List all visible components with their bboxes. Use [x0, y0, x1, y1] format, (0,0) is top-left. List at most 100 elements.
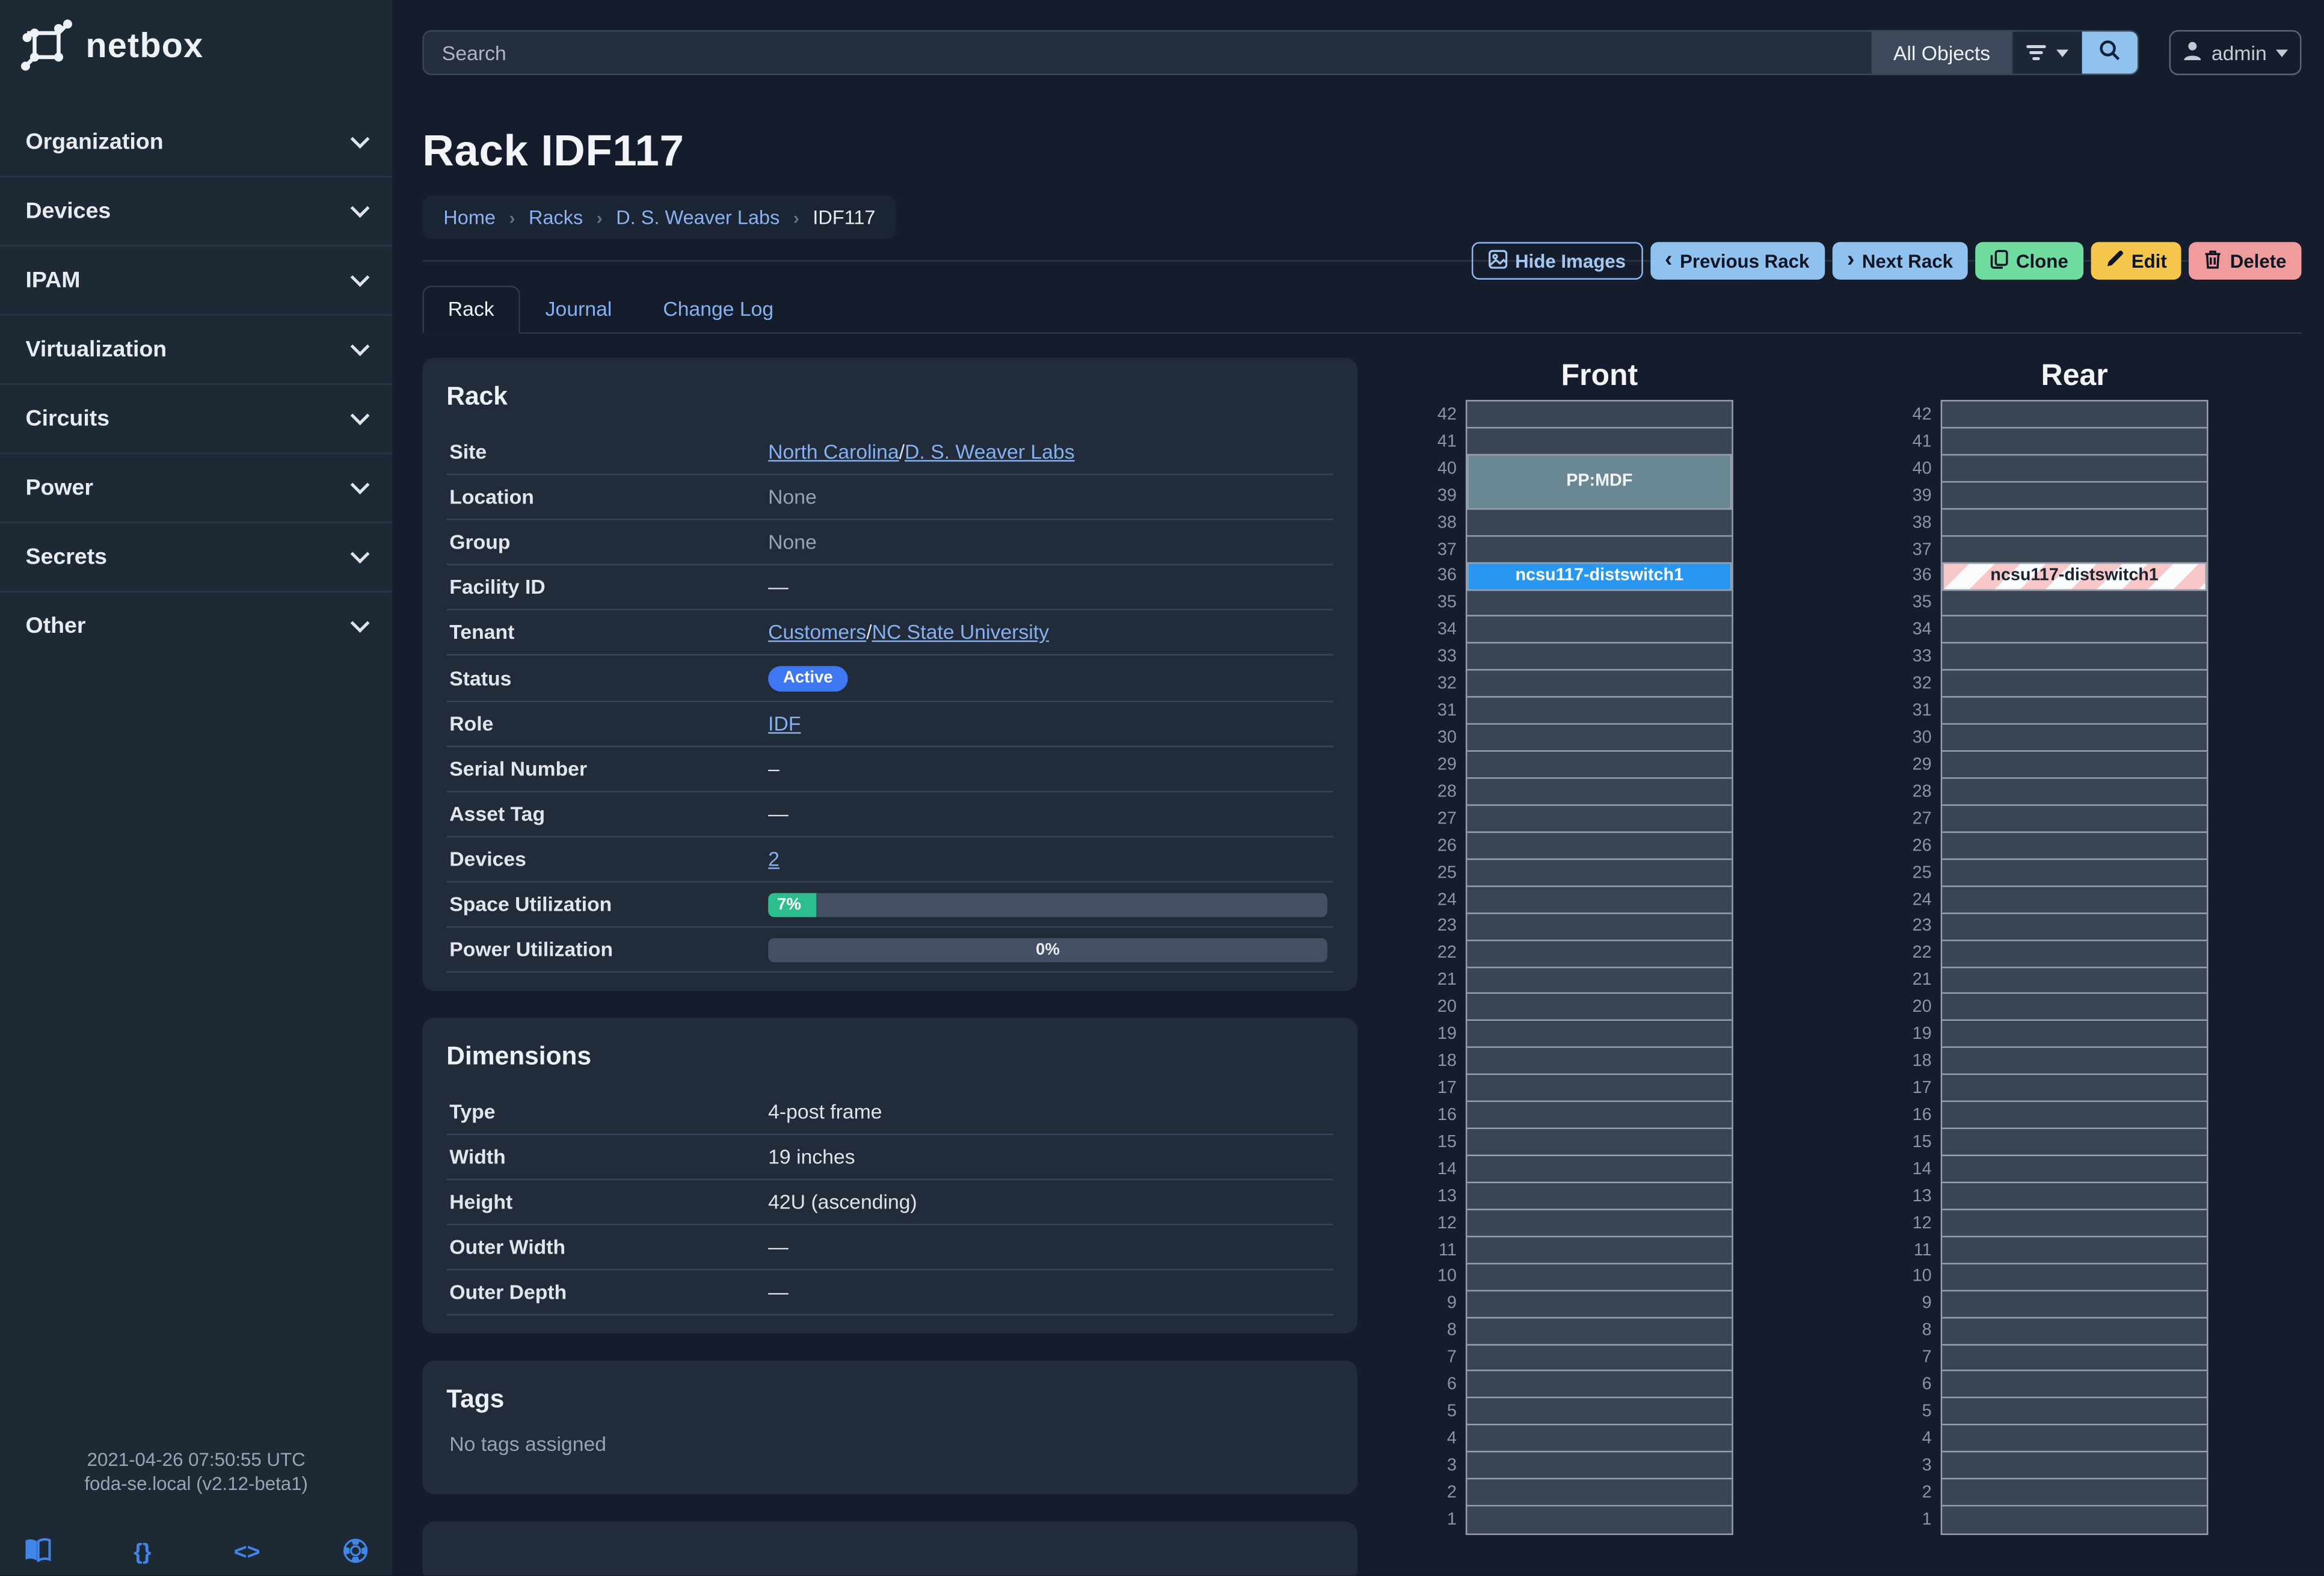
sidebar-item-virtualization[interactable]: Virtualization	[0, 314, 393, 383]
rack-unit-slot[interactable]	[1942, 1345, 2207, 1372]
search-submit-button[interactable]	[2082, 31, 2138, 74]
rack-unit-slot[interactable]	[1467, 536, 1732, 564]
breadcrumb-item[interactable]: Home	[443, 206, 496, 228]
rack-unit-slot[interactable]	[1467, 725, 1732, 752]
search-input[interactable]	[423, 31, 1872, 74]
search-filter-button[interactable]	[2011, 31, 2082, 74]
rack-unit-slot[interactable]	[1467, 1102, 1732, 1130]
rack-unit-slot[interactable]	[1942, 536, 2207, 564]
rack-unit-slot[interactable]	[1467, 1129, 1732, 1157]
rack-device-ncsu117-distswitch1[interactable]: ncsu117-distswitch1	[1942, 561, 2207, 590]
value-link[interactable]: D. S. Weaver Labs	[905, 440, 1075, 463]
rack-unit-slot[interactable]	[1942, 482, 2207, 509]
rack-unit-slot[interactable]	[1467, 1210, 1732, 1237]
docs-book-icon[interactable]	[24, 1539, 51, 1569]
rack-unit-slot[interactable]	[1942, 590, 2207, 617]
rack-unit-slot[interactable]	[1942, 509, 2207, 537]
rack-unit-slot[interactable]	[1942, 401, 2207, 429]
sidebar-item-circuits[interactable]: Circuits	[0, 383, 393, 452]
rack-unit-slot[interactable]	[1942, 1183, 2207, 1210]
rack-unit-slot[interactable]	[1467, 509, 1732, 537]
rack-unit-slot[interactable]	[1942, 1426, 2207, 1453]
rack-unit-slot[interactable]	[1942, 994, 2207, 1021]
rack-unit-slot[interactable]	[1467, 1318, 1732, 1345]
rack-unit-slot[interactable]	[1942, 698, 2207, 725]
rack-unit-slot[interactable]	[1467, 1156, 1732, 1183]
rack-unit-slot[interactable]	[1942, 617, 2207, 644]
rack-unit-slot[interactable]	[1467, 1076, 1732, 1103]
rack-unit-slot[interactable]	[1467, 1453, 1732, 1480]
clone-button[interactable]: Clone	[1975, 242, 2083, 280]
rack-unit-slot[interactable]	[1942, 1076, 2207, 1103]
hide-images-button[interactable]: Hide Images	[1471, 242, 1643, 280]
rack-unit-slot[interactable]	[1467, 805, 1732, 833]
rack-unit-slot[interactable]	[1467, 779, 1732, 806]
next-rack-button[interactable]: › Next Rack	[1831, 242, 1968, 280]
rack-unit-slot[interactable]	[1467, 967, 1732, 995]
previous-rack-button[interactable]: ‹ Previous Rack	[1650, 242, 1825, 280]
rack-unit-slot[interactable]	[1467, 698, 1732, 725]
rack-unit-slot[interactable]	[1942, 725, 2207, 752]
rack-unit-slot[interactable]	[1467, 1507, 1732, 1534]
breadcrumb-item[interactable]: Racks	[529, 206, 583, 228]
rack-unit-slot[interactable]	[1942, 1021, 2207, 1048]
rack-unit-slot[interactable]	[1467, 833, 1732, 860]
rack-unit-slot[interactable]	[1942, 1507, 2207, 1534]
rack-unit-slot[interactable]	[1467, 1372, 1732, 1399]
rack-unit-slot[interactable]	[1467, 617, 1732, 644]
rack-unit-slot[interactable]	[1467, 1237, 1732, 1264]
value-link[interactable]: Customers	[768, 621, 866, 643]
rack-device-ncsu117-distswitch1[interactable]: ncsu117-distswitch1	[1467, 561, 1732, 590]
rack-unit-slot[interactable]	[1467, 428, 1732, 455]
rack-unit-slot[interactable]	[1942, 967, 2207, 995]
tab-rack[interactable]: Rack	[422, 285, 520, 334]
rack-unit-slot[interactable]	[1942, 1453, 2207, 1480]
tab-journal[interactable]: Journal	[520, 286, 638, 332]
rack-unit-slot[interactable]	[1467, 941, 1732, 968]
braces-icon[interactable]: {}	[134, 1541, 151, 1566]
rack-device-pp-mdf[interactable]: PP:MDF	[1467, 454, 1732, 509]
rack-unit-slot[interactable]	[1467, 1021, 1732, 1048]
sidebar-item-organization[interactable]: Organization	[0, 106, 392, 176]
rack-unit-slot[interactable]	[1942, 1102, 2207, 1130]
rack-unit-slot[interactable]	[1942, 752, 2207, 779]
rack-unit-slot[interactable]	[1942, 455, 2207, 482]
sidebar-item-other[interactable]: Other	[0, 591, 393, 660]
rack-unit-slot[interactable]	[1467, 401, 1732, 429]
rack-unit-slot[interactable]	[1942, 1156, 2207, 1183]
rack-unit-slot[interactable]	[1942, 860, 2207, 887]
rack-unit-slot[interactable]	[1467, 914, 1732, 941]
rack-unit-slot[interactable]	[1942, 805, 2207, 833]
rack-unit-slot[interactable]	[1467, 1183, 1732, 1210]
rack-unit-slot[interactable]	[1942, 1129, 2207, 1157]
rack-unit-slot[interactable]	[1942, 1237, 2207, 1264]
rack-unit-slot[interactable]	[1942, 1318, 2207, 1345]
rack-unit-slot[interactable]	[1942, 833, 2207, 860]
rack-unit-slot[interactable]	[1942, 671, 2207, 698]
rack-unit-slot[interactable]	[1467, 1345, 1732, 1372]
code-icon[interactable]: <>	[234, 1541, 260, 1566]
value-link[interactable]: NC State University	[872, 621, 1049, 643]
rack-unit-slot[interactable]	[1467, 1048, 1732, 1076]
rack-unit-slot[interactable]	[1467, 671, 1732, 698]
rack-unit-slot[interactable]	[1467, 994, 1732, 1021]
brand[interactable]: netbox	[0, 0, 392, 85]
rack-unit-slot[interactable]	[1467, 1480, 1732, 1507]
rack-unit-slot[interactable]	[1942, 1291, 2207, 1318]
rack-unit-slot[interactable]	[1467, 1399, 1732, 1426]
value-link[interactable]: 2	[768, 848, 779, 870]
rack-unit-slot[interactable]	[1942, 1210, 2207, 1237]
rack-unit-slot[interactable]	[1942, 428, 2207, 455]
rack-unit-slot[interactable]	[1942, 779, 2207, 806]
rack-unit-slot[interactable]	[1942, 1480, 2207, 1507]
breadcrumb-item[interactable]: D. S. Weaver Labs	[616, 206, 779, 228]
rack-unit-slot[interactable]	[1942, 1372, 2207, 1399]
sidebar-item-power[interactable]: Power	[0, 452, 393, 522]
edit-button[interactable]: Edit	[2091, 242, 2182, 280]
user-menu-button[interactable]: admin	[2169, 29, 2302, 75]
rack-unit-slot[interactable]	[1942, 914, 2207, 941]
sidebar-item-ipam[interactable]: IPAM	[0, 245, 393, 314]
rack-unit-slot[interactable]	[1467, 887, 1732, 914]
rack-unit-slot[interactable]	[1942, 644, 2207, 671]
sidebar-item-secrets[interactable]: Secrets	[0, 522, 393, 591]
